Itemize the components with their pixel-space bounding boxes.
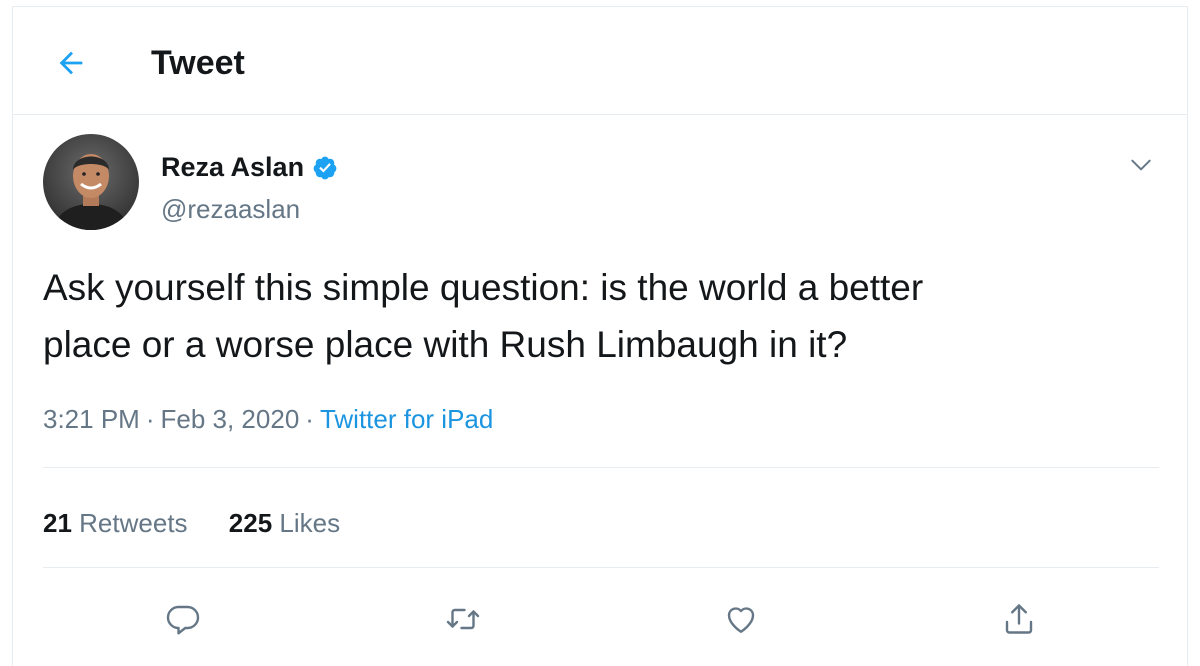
author-name-row[interactable]: Reza Aslan: [161, 149, 338, 185]
chevron-down-icon: [1131, 159, 1151, 171]
page-header: Tweet: [13, 7, 1187, 115]
reply-icon: [166, 605, 200, 635]
retweet-button[interactable]: [441, 597, 485, 641]
share-icon: [1005, 604, 1033, 634]
tweet-text: Ask yourself this simple question: is th…: [43, 267, 924, 365]
arrow-left-icon: [59, 51, 83, 75]
author-name[interactable]: Reza Aslan: [161, 149, 304, 185]
back-button[interactable]: [49, 41, 93, 85]
share-button[interactable]: [997, 597, 1041, 641]
likes-count: 225: [228, 508, 273, 538]
reply-button[interactable]: [161, 597, 205, 641]
divider: [43, 467, 1159, 468]
retweets-stat[interactable]: 21 Retweets: [43, 508, 188, 538]
like-icon: [727, 607, 755, 633]
meta-separator: ·: [145, 404, 155, 434]
retweets-count: 21: [43, 508, 72, 538]
author-handle[interactable]: @rezaaslan: [161, 191, 300, 227]
likes-label: Likes: [279, 508, 341, 538]
tweet-meta: 3:21 PM · Feb 3, 2020 · Twitter for iPad: [43, 401, 493, 437]
divider: [43, 567, 1159, 568]
tweet-stats: 21 Retweets 225 Likes: [43, 505, 374, 541]
retweet-icon: [446, 608, 480, 630]
tweet-time[interactable]: 3:21 PM: [43, 404, 140, 434]
likes-stat[interactable]: 225 Likes: [229, 508, 340, 538]
tweet-source-link[interactable]: Twitter for iPad: [320, 404, 493, 434]
tweet-menu-button[interactable]: [1125, 149, 1157, 181]
meta-separator: ·: [305, 404, 314, 434]
like-button[interactable]: [719, 597, 763, 641]
retweets-label: Retweets: [79, 508, 188, 538]
avatar[interactable]: [43, 134, 139, 230]
tweet-page: Tweet Reza Aslan @rezaaslan Ask yourself…: [12, 6, 1188, 666]
tweet-date[interactable]: Feb 3, 2020: [161, 404, 300, 434]
verified-badge-icon: [312, 154, 338, 180]
page-title: Tweet: [151, 44, 245, 82]
avatar-image: [43, 134, 139, 230]
